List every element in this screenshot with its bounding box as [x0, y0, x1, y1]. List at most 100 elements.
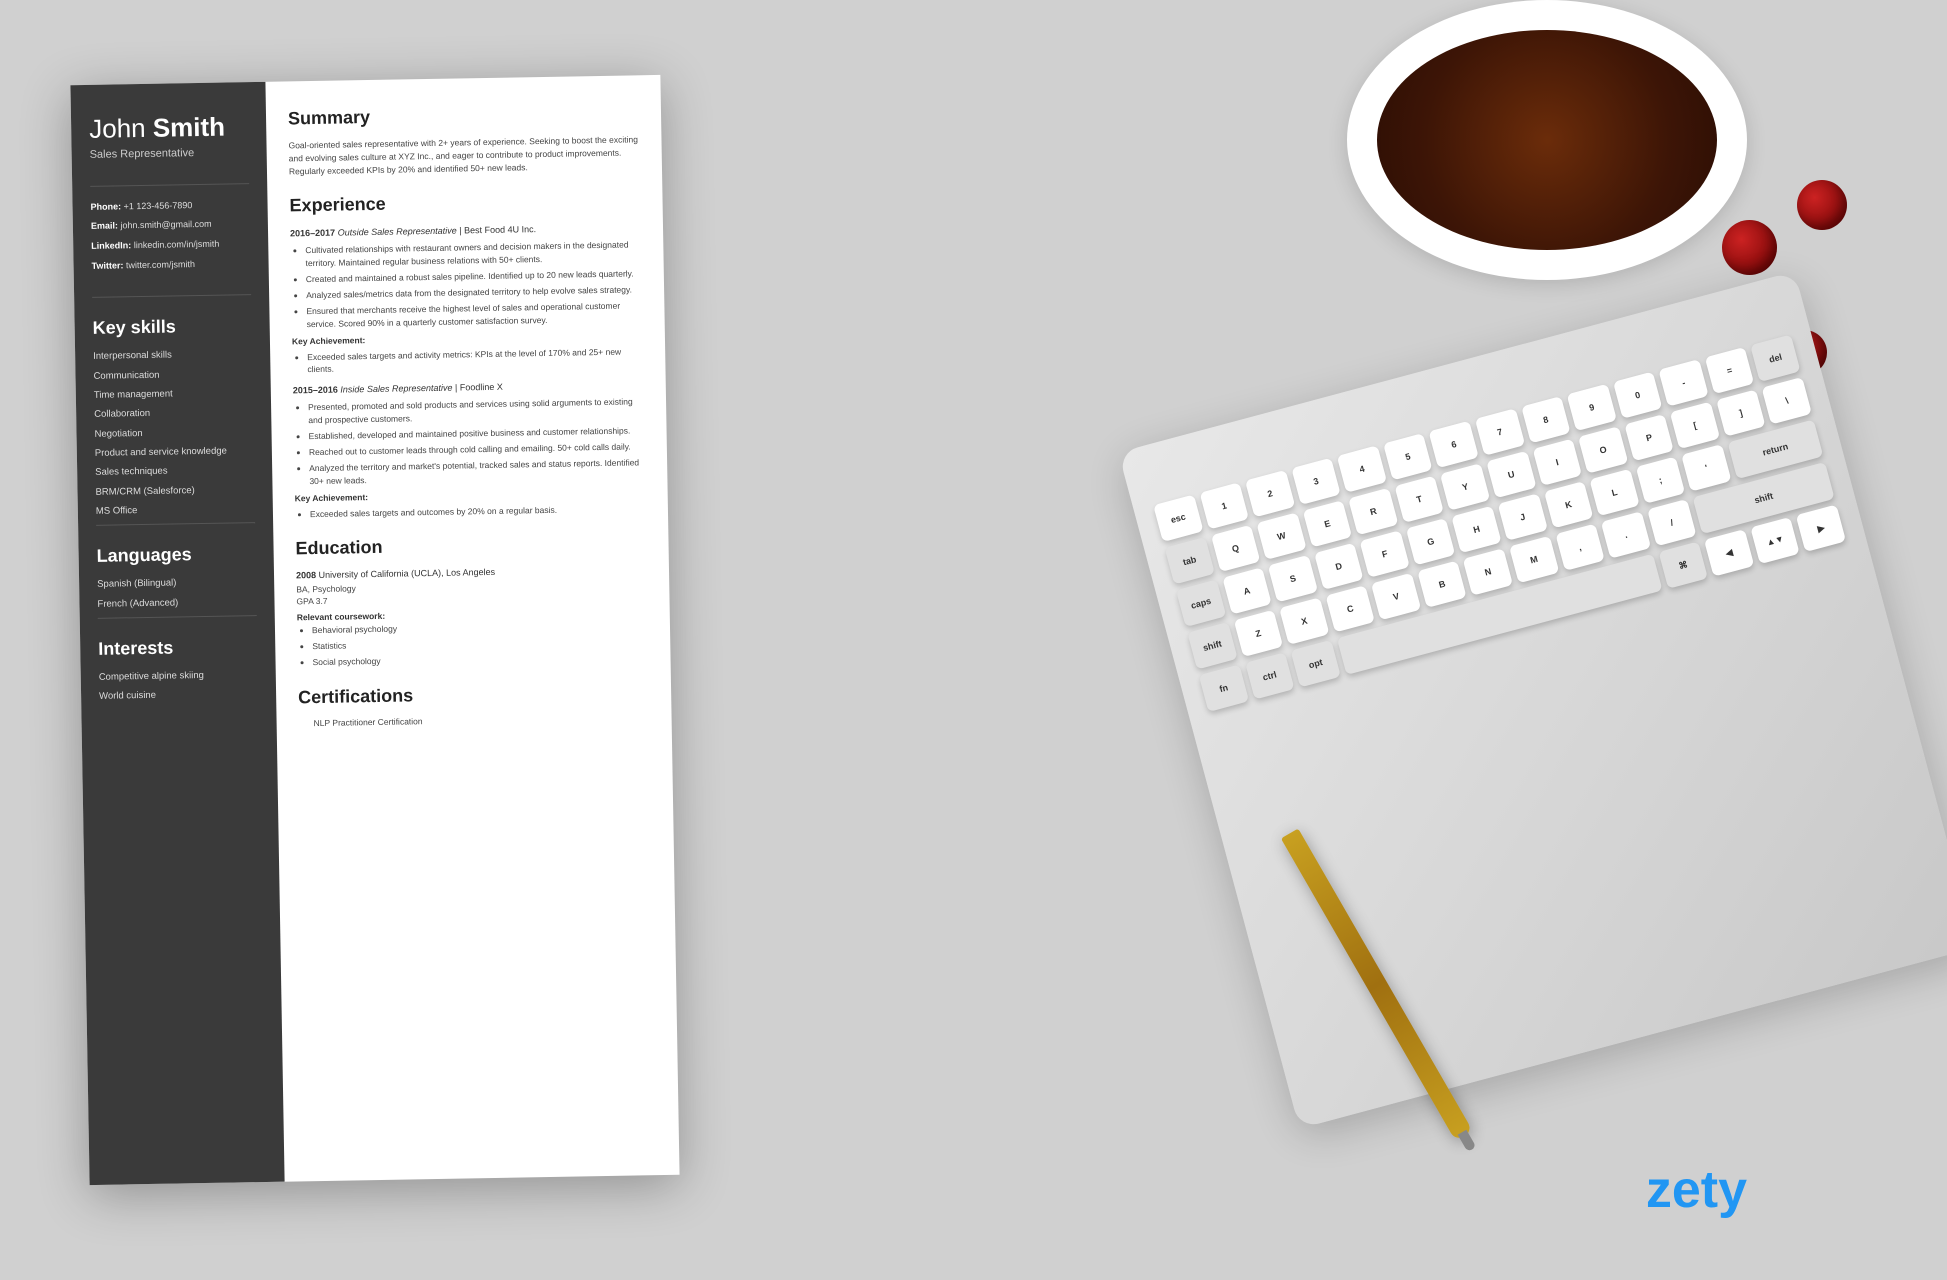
key: L — [1590, 469, 1640, 516]
job-1-bullet-1: Cultivated relationships with restaurant… — [305, 239, 641, 269]
interests-section: Interests Competitive alpine skiing Worl… — [98, 615, 258, 703]
languages-heading: Languages — [96, 544, 255, 568]
job-1-separator: | Best Food 4U Inc. — [459, 224, 536, 235]
edu-school: University of California (UCLA), Los Ang… — [318, 567, 495, 580]
key: N — [1463, 548, 1513, 595]
key: C — [1325, 585, 1375, 632]
key: ctrl — [1245, 652, 1295, 699]
key: P — [1624, 414, 1674, 461]
twitter-value: twitter.com/jsmith — [126, 259, 195, 270]
key: T — [1394, 475, 1444, 522]
job-1-bullets: Cultivated relationships with restaurant… — [305, 239, 642, 331]
key: fn — [1199, 665, 1249, 712]
job-1-title: Outside Sales Representative — [338, 225, 457, 237]
key: J — [1498, 493, 1548, 540]
key: M — [1509, 536, 1559, 583]
languages-section: Languages Spanish (Bilingual) French (Ad… — [96, 523, 256, 611]
resume-job-title: Sales Representative — [90, 146, 249, 161]
linkedin-label: LinkedIn: — [91, 240, 131, 251]
key: 0 — [1613, 371, 1663, 418]
key: \ — [1762, 377, 1812, 424]
key: U — [1486, 451, 1536, 498]
key: 3 — [1291, 458, 1341, 505]
key: ; — [1635, 456, 1685, 503]
key: tab — [1165, 537, 1215, 584]
key: Z — [1233, 610, 1283, 657]
skill-time-management: Time management — [94, 387, 253, 402]
resume-main-content: Summary Goal-oriented sales representati… — [265, 75, 679, 1182]
key: I — [1532, 439, 1582, 486]
job-2-title: Inside Sales Representative — [340, 382, 452, 394]
key: 6 — [1429, 421, 1479, 468]
job-2-years: 2015–2016 — [293, 384, 338, 395]
job-1-achievement-text: Exceeded sales targets and activity metr… — [307, 345, 643, 375]
skill-interpersonal: Interpersonal skills — [93, 348, 252, 363]
key: Q — [1211, 525, 1261, 572]
linkedin-contact: LinkedIn: linkedin.com/in/jsmith — [91, 238, 250, 252]
job-2-bullet-1: Presented, promoted and sold products an… — [308, 395, 644, 425]
key: O — [1578, 426, 1628, 473]
key: 4 — [1337, 445, 1387, 492]
key: 8 — [1521, 396, 1571, 443]
skill-sales-techniques: Sales techniques — [95, 464, 254, 479]
resume-name-regular: John — [89, 113, 153, 144]
key: opt — [1291, 640, 1341, 687]
cert-1: NLP Practitioner Certification — [314, 712, 650, 730]
phone-contact: Phone: +1 123-456-7890 — [90, 199, 249, 213]
cherry-1 — [1797, 180, 1847, 230]
tea-cup-decoration — [1347, 0, 1747, 280]
key: 2 — [1245, 470, 1295, 517]
key: E — [1302, 500, 1352, 547]
key: H — [1452, 506, 1502, 553]
key: ] — [1716, 389, 1766, 436]
key: [ — [1670, 402, 1720, 449]
key: W — [1256, 512, 1306, 559]
experience-heading: Experience — [289, 188, 640, 219]
resume-sidebar: John Smith Sales Representative Phone: +… — [70, 82, 284, 1185]
key: ◀ — [1704, 529, 1754, 576]
zety-logo: zety — [1646, 1160, 1747, 1220]
job-1-bullet-4: Ensured that merchants receive the highe… — [306, 300, 642, 330]
twitter-contact: Twitter: twitter.com/jsmith — [92, 258, 251, 272]
key: 5 — [1383, 433, 1433, 480]
job-1-bullet-2: Created and maintained a robust sales pi… — [306, 267, 642, 285]
skill-brm-crm: BRM/CRM (Salesforce) — [95, 484, 254, 499]
contact-section: Phone: +1 123-456-7890 Email: john.smith… — [90, 183, 250, 273]
key: Y — [1440, 463, 1490, 510]
key: A — [1222, 567, 1272, 614]
resume-document: John Smith Sales Representative Phone: +… — [70, 75, 679, 1185]
key: ⌘ — [1658, 541, 1708, 588]
job-1-bullet-3: Analyzed sales/metrics data from the des… — [306, 283, 642, 301]
edu-coursework-list: Behavioral psychology Statistics Social … — [312, 618, 649, 669]
cherry-2 — [1722, 220, 1777, 275]
job-1-years: 2016–2017 — [290, 227, 335, 238]
linkedin-value: linkedin.com/in/jsmith — [134, 239, 220, 250]
email-label: Email: — [91, 221, 118, 231]
job-2-bullets: Presented, promoted and sold products an… — [308, 395, 645, 487]
interests-heading: Interests — [98, 636, 257, 660]
email-value: john.smith@gmail.com — [120, 219, 211, 231]
job-2-achievement-text: Exceeded sales targets and outcomes by 2… — [310, 502, 646, 520]
resume-name-bold: Smith — [153, 112, 226, 143]
tea-liquid — [1377, 30, 1717, 250]
key: B — [1417, 560, 1467, 607]
key: . — [1601, 511, 1651, 558]
key: caps — [1176, 580, 1226, 627]
key: G — [1406, 518, 1456, 565]
key: , — [1555, 524, 1605, 571]
phone-value: +1 123-456-7890 — [123, 200, 192, 211]
language-french: French (Advanced) — [97, 596, 256, 611]
education-heading: Education — [295, 531, 646, 562]
resume-name: John Smith — [89, 112, 248, 143]
skill-collaboration: Collaboration — [94, 406, 253, 421]
key: del — [1751, 334, 1801, 381]
job-2-bullet-2: Established, developed and maintained po… — [308, 424, 644, 442]
key: / — [1647, 499, 1697, 546]
key: - — [1659, 359, 1709, 406]
certifications-heading: Certifications — [298, 679, 649, 710]
skill-product-knowledge: Product and service knowledge — [95, 445, 254, 460]
job-2-separator: | Foodline X — [455, 381, 503, 392]
language-spanish: Spanish (Bilingual) — [97, 577, 256, 592]
job-2-header: 2015–2016 Inside Sales Representative | … — [293, 378, 644, 397]
job-1-header: 2016–2017 Outside Sales Representative |… — [290, 221, 641, 240]
